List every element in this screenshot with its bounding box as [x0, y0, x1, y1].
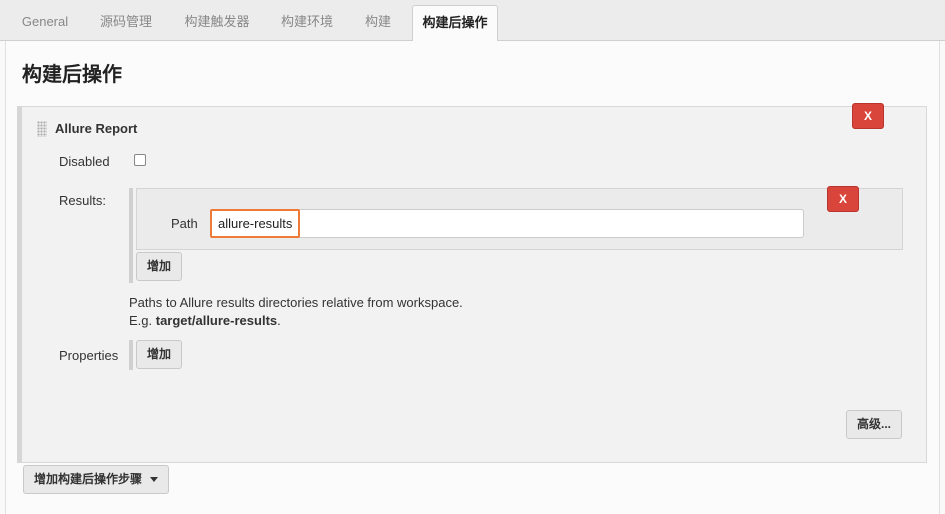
- add-result-path-button[interactable]: 增加: [136, 252, 183, 281]
- section-title: 构建后操作: [22, 64, 122, 86]
- add-post-build-step-button[interactable]: 增加构建后操作步骤: [23, 465, 170, 494]
- properties-repeatable-bar: [129, 340, 133, 370]
- post-build-section: 构建后操作 Allure Report X Disabled Results: …: [5, 41, 940, 514]
- tab-build[interactable]: 构建: [354, 5, 402, 41]
- dropdown-caret-icon: [150, 477, 159, 483]
- add-post-build-step-label: 增加构建后操作步骤: [34, 472, 143, 486]
- disabled-label: Disabled: [59, 154, 110, 169]
- allure-report-step: Allure Report X Disabled Results: Path a…: [17, 103, 927, 463]
- path-input[interactable]: allure-results: [210, 209, 804, 238]
- tab-general[interactable]: General: [10, 5, 80, 41]
- help-line-1: Paths to Allure results directories rela…: [129, 295, 463, 310]
- tab-build-environment[interactable]: 构建环境: [270, 5, 344, 41]
- tab-build-triggers[interactable]: 构建触发器: [173, 5, 261, 41]
- step-title: Allure Report: [55, 121, 138, 136]
- drag-handle-icon[interactable]: [37, 121, 47, 137]
- help-line-2: E.g. target/allure-results.: [129, 313, 281, 328]
- config-tab-bar: General 源码管理 构建触发器 构建环境 构建 构建后操作: [0, 0, 945, 42]
- results-repeatable-bar: [129, 188, 133, 283]
- results-path-entry: Path allure-results X: [136, 186, 903, 250]
- delete-path-button[interactable]: X: [827, 186, 859, 212]
- advanced-button[interactable]: 高级...: [846, 410, 903, 439]
- add-property-button[interactable]: 增加: [136, 340, 183, 369]
- help-example-path: target/allure-results: [155, 313, 278, 328]
- tab-source-control[interactable]: 源码管理: [90, 5, 162, 41]
- delete-step-button[interactable]: X: [852, 103, 884, 129]
- tab-post-build-actions[interactable]: 构建后操作: [412, 5, 498, 42]
- path-input-value[interactable]: allure-results: [210, 209, 301, 238]
- properties-label: Properties: [59, 348, 119, 363]
- path-label: Path: [171, 216, 198, 231]
- disabled-checkbox[interactable]: [134, 154, 146, 166]
- results-label: Results:: [59, 193, 106, 208]
- results-help-text: Paths to Allure results directories rela…: [129, 294, 463, 330]
